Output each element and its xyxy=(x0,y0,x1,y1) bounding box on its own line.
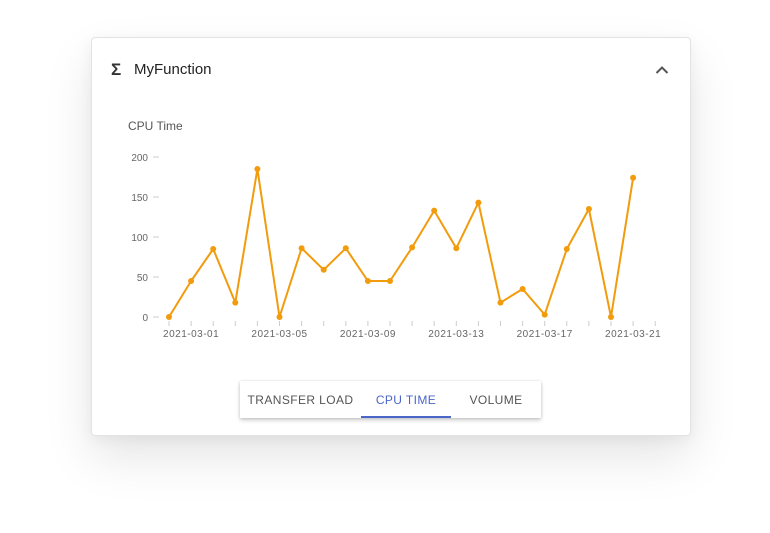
data-point xyxy=(608,314,614,320)
data-point xyxy=(276,314,283,320)
data-point xyxy=(563,246,570,252)
data-point xyxy=(585,206,592,212)
data-point xyxy=(409,244,416,251)
y-tick-label: 0 xyxy=(142,313,148,324)
data-point xyxy=(387,278,393,284)
tab-cpu-time[interactable]: CPU TIME xyxy=(361,381,451,418)
data-point xyxy=(630,174,637,181)
data-point xyxy=(519,286,526,292)
y-tick-label: 150 xyxy=(131,193,148,204)
data-point xyxy=(431,207,438,214)
data-point xyxy=(320,266,327,273)
data-point xyxy=(475,199,482,206)
data-point xyxy=(541,311,548,318)
data-point xyxy=(188,278,195,284)
metric-tabs: TRANSFER LOAD CPU TIME VOLUME xyxy=(240,381,541,418)
x-tick-label: 2021-03-13 xyxy=(428,329,484,340)
chart-title: CPU Time xyxy=(128,119,183,133)
data-point xyxy=(342,245,349,252)
y-tick-label: 200 xyxy=(131,153,148,164)
x-tick-label: 2021-03-17 xyxy=(517,329,573,340)
cpu-time-chart: CPU Time 0 50 100 150 200 2021-03-01 2021-03-05… xyxy=(92,38,690,383)
y-tick-label: 100 xyxy=(131,233,148,244)
function-card: Σ MyFunction CPU Time 0 50 100 150 200 2021-03… xyxy=(91,37,691,436)
data-point xyxy=(364,278,371,284)
x-tick-label: 2021-03-05 xyxy=(251,329,307,340)
x-tick-label: 2021-03-21 xyxy=(605,329,661,340)
data-point xyxy=(166,314,172,320)
chart-svg: CPU Time 0 50 100 150 200 2021-03-01 2021-03-05… xyxy=(128,119,661,340)
data-point xyxy=(232,299,239,306)
series-line xyxy=(168,168,635,318)
tab-transfer-load[interactable]: TRANSFER LOAD xyxy=(240,381,361,418)
tab-volume[interactable]: VOLUME xyxy=(451,381,541,418)
x-tick-label: 2021-03-09 xyxy=(340,329,396,340)
data-point xyxy=(210,246,217,252)
data-point xyxy=(453,245,460,252)
x-tick-label: 2021-03-01 xyxy=(163,329,219,340)
data-point xyxy=(497,299,504,306)
y-tick-label: 50 xyxy=(137,273,149,284)
data-point xyxy=(254,166,261,172)
data-point xyxy=(298,245,305,252)
